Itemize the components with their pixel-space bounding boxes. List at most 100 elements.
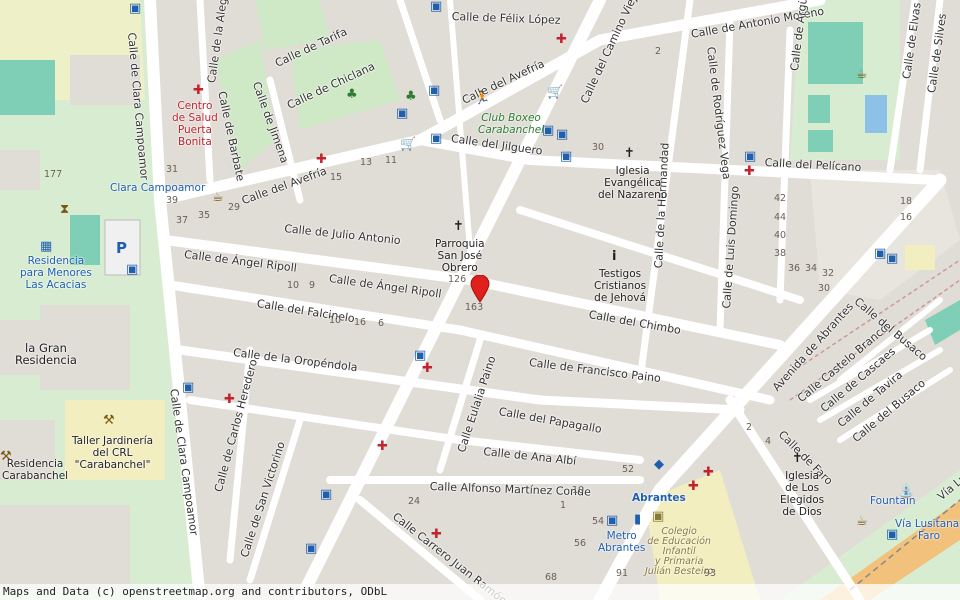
house-number: 30 (818, 283, 831, 294)
health-cross-icon[interactable]: ✚ (422, 362, 433, 375)
poi-gran-residencia[interactable]: la Gran Residencia (15, 342, 77, 366)
parking-icon[interactable]: P (116, 241, 127, 256)
fountain-icon[interactable]: ⛲ (898, 485, 914, 498)
bus-stop-icon[interactable]: ▣ (305, 542, 317, 555)
shop-icon[interactable]: 🛒 (400, 138, 416, 151)
house-number: 54 (592, 516, 605, 527)
house-number: 163 (465, 302, 484, 313)
poi-parroquia[interactable]: Parroquia San José Obrero (435, 238, 485, 274)
health-cross-icon[interactable]: ✚ (703, 466, 714, 479)
poi-colegio[interactable]: Colegio de Educación Infantil y Primaria Jul… (645, 527, 713, 577)
house-number: 68 (545, 572, 558, 583)
metro-icon[interactable]: ◆ (654, 458, 664, 471)
house-number: 9 (309, 280, 316, 291)
health-cross-icon[interactable]: ✚ (431, 528, 442, 541)
poi-residencia-menores[interactable]: Residencia para Menores Las Acacias (20, 255, 92, 291)
bus-stop-icon[interactable]: ▣ (430, 132, 442, 145)
bus-stop-icon[interactable]: ▣ (182, 381, 194, 394)
house-number: 10 (287, 280, 300, 291)
health-cross-icon[interactable]: ✚ (193, 84, 204, 97)
house-number: 10 (329, 315, 342, 326)
bus-stop-icon[interactable]: ▣ (126, 263, 138, 276)
cafe-icon[interactable]: ☕ (856, 68, 868, 81)
park-icon[interactable]: ♣ (405, 90, 417, 103)
bus-stop-icon[interactable]: ▣ (886, 252, 898, 265)
house-number: 52 (622, 464, 635, 475)
house-number: 16 (354, 317, 367, 328)
poi-testigos[interactable]: Testigos Cristianos de Jehová (594, 268, 646, 304)
poi-residencia-carabanchel[interactable]: Residencia Carabanchel (2, 458, 68, 482)
hourglass-icon[interactable]: ⧗ (60, 203, 69, 216)
map-attribution[interactable]: Maps and Data (c) openstreetmap.org and … (0, 584, 960, 600)
house-number: 39 (166, 195, 179, 206)
house-number: 2 (655, 46, 662, 57)
house-number: 13 (360, 157, 373, 168)
house-number: 4 (765, 436, 772, 447)
health-cross-icon[interactable]: ✚ (556, 33, 567, 46)
house-number: 93 (704, 568, 717, 579)
house-number: 31 (166, 164, 179, 175)
house-number: 24 (408, 496, 421, 507)
house-number: 32 (822, 268, 835, 279)
poi-via-lusitana-faro[interactable]: Vía Lusitana- Faro (895, 518, 960, 542)
health-cross-icon[interactable]: ✚ (744, 165, 755, 178)
bus-stop-icon[interactable]: ▣ (428, 84, 440, 97)
house-number: 91 (616, 568, 629, 579)
park-icon[interactable]: ♣ (346, 88, 358, 101)
poi-iglesia-evangelica[interactable]: Iglesia Evangélica del Nazareno (598, 165, 667, 201)
metro-icon[interactable]: ▮ (634, 513, 641, 526)
house-number: 30 (592, 142, 605, 153)
bus-stop-icon[interactable]: ▣ (886, 528, 898, 541)
shop-icon[interactable]: 🛒 (547, 86, 563, 99)
poi-abrantes[interactable]: Abrantes (632, 492, 686, 504)
church-icon[interactable]: ✝ (453, 220, 464, 233)
sports-icon[interactable]: 🏃 (474, 92, 490, 105)
house-number: 16 (900, 212, 913, 223)
house-number: 15 (330, 172, 343, 183)
church-icon[interactable]: ✝ (792, 452, 803, 465)
bus-stop-icon[interactable]: ▣ (560, 150, 572, 163)
bus-stop-icon[interactable]: ▣ (744, 150, 756, 163)
poi-taller-jardineria[interactable]: Taller Jardinería del CRL "Carabanchel" (72, 435, 153, 471)
poi-clara-campoamor[interactable]: Clara Campoamor (110, 182, 205, 194)
health-cross-icon[interactable]: ✚ (377, 440, 388, 453)
bus-stop-icon[interactable]: ▣ (430, 0, 442, 13)
health-cross-icon[interactable]: ✚ (316, 153, 327, 166)
cafe-icon[interactable]: ☕ (212, 191, 224, 204)
poi-centro-salud[interactable]: Centro de Salud Puerta Bonita (172, 100, 218, 148)
info-icon[interactable]: i (612, 250, 616, 263)
health-cross-icon[interactable]: ✚ (688, 480, 699, 493)
residence-icon[interactable]: ▦ (40, 240, 52, 253)
street-map[interactable]: Calle de Félix López Calle de Antonio Mo… (0, 0, 960, 600)
house-number: 11 (385, 155, 398, 166)
house-number: 56 (574, 538, 587, 549)
poi-iglesia-elegidos[interactable]: Iglesia de Los Elegidos de Dios (780, 470, 824, 518)
workshop-icon[interactable]: ⚒ (103, 414, 115, 427)
church-icon[interactable]: ✝ (624, 147, 635, 160)
cafe-icon[interactable]: ☕ (856, 515, 868, 528)
house-number: 177 (44, 169, 63, 180)
house-number: 38 (774, 248, 787, 259)
house-number: 34 (805, 263, 818, 274)
house-number: 6 (378, 318, 385, 329)
house-number: 18 (900, 196, 913, 207)
house-number: 42 (774, 193, 787, 204)
poi-metro-abrantes[interactable]: Metro Abrantes (598, 530, 645, 554)
bus-stop-icon[interactable]: ▣ (556, 128, 568, 141)
bus-stop-icon[interactable]: ▣ (606, 514, 618, 527)
house-number: 36 (788, 263, 801, 274)
workshop-icon[interactable]: ⚒ (0, 450, 12, 463)
bus-stop-icon[interactable]: ▣ (542, 124, 554, 137)
bus-stop-icon[interactable]: ▣ (414, 349, 426, 362)
house-number: 2 (746, 422, 753, 433)
bus-stop-icon[interactable]: ▣ (320, 488, 332, 501)
house-number: 29 (228, 202, 241, 213)
bus-stop-icon[interactable]: ▣ (129, 2, 141, 15)
house-number: 126 (448, 274, 467, 285)
bus-stop-icon[interactable]: ▣ (396, 107, 408, 120)
poi-club-boxeo[interactable]: Club Boxeo Carabanchel (478, 112, 544, 136)
bus-stop-icon[interactable]: ▣ (874, 247, 886, 260)
health-cross-icon[interactable]: ✚ (224, 393, 235, 406)
school-icon[interactable]: ▣ (652, 510, 664, 523)
house-number: 44 (774, 212, 787, 223)
